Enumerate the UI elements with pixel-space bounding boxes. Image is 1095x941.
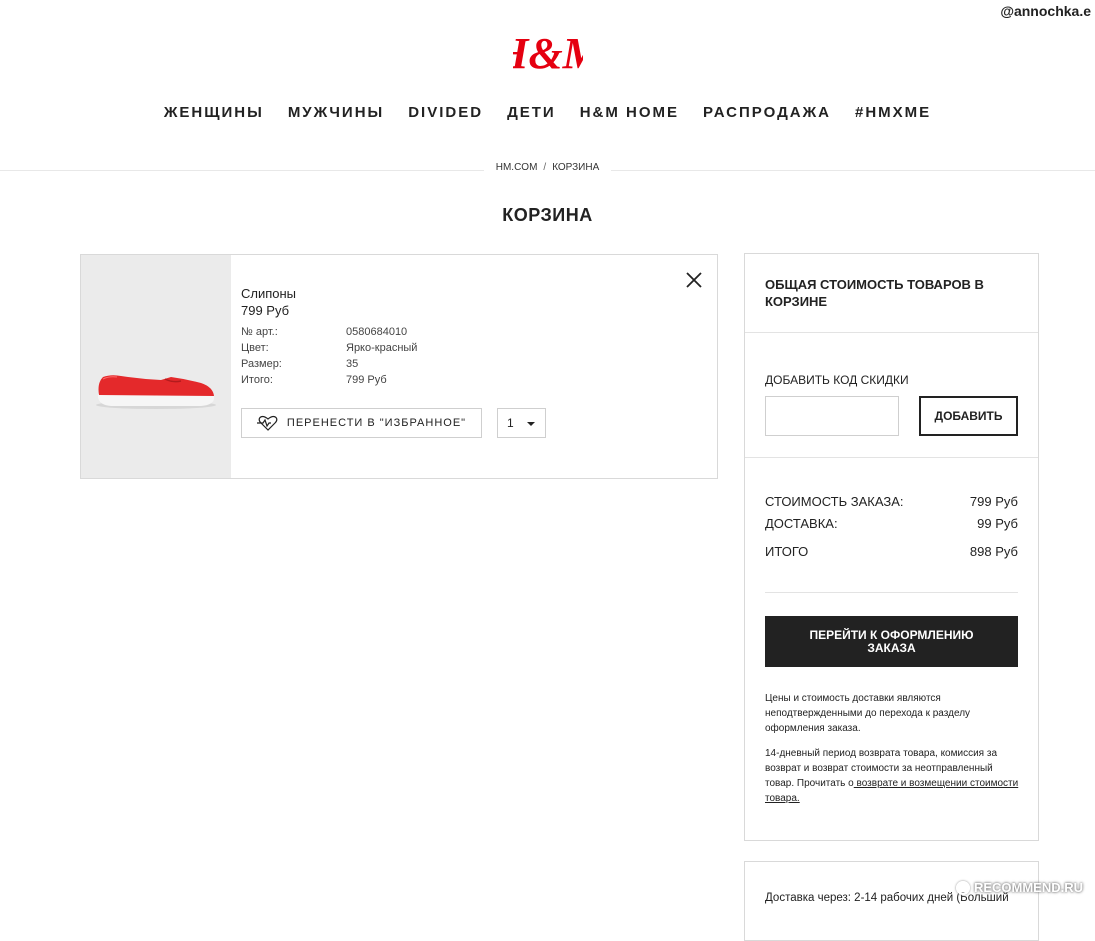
chevron-down-icon bbox=[527, 422, 535, 426]
detail-label: № арт.: bbox=[241, 326, 278, 338]
checkout-button[interactable]: ПЕРЕЙТИ К ОФОРМЛЕНИЮ ЗАКАЗА bbox=[765, 616, 1018, 667]
summary-title: ОБЩАЯ СТОИМОСТЬ ТОВАРОВ В КОРЗИНЕ bbox=[765, 277, 984, 309]
breadcrumb-home-link[interactable]: HM.COM bbox=[496, 162, 538, 173]
move-to-favorites-button[interactable]: ПЕРЕНЕСТИ В "ИЗБРАННОЕ" bbox=[241, 408, 482, 438]
product-image[interactable] bbox=[81, 255, 231, 478]
detail-row-article: № арт.: 0580684010 bbox=[241, 324, 717, 340]
add-discount-button[interactable]: ДОБАВИТЬ bbox=[919, 396, 1018, 436]
remove-item-button[interactable] bbox=[685, 271, 703, 289]
watermark-bottom-text: RECOMMEND.RU bbox=[973, 880, 1083, 895]
discount-label: ДОБАВИТЬ КОД СКИДКИ bbox=[765, 373, 909, 387]
detail-row-color: Цвет: Ярко-красный bbox=[241, 340, 717, 356]
summary-divider bbox=[765, 592, 1018, 593]
nav-item-hmxme[interactable]: #HMXME bbox=[855, 104, 931, 121]
detail-value: 35 bbox=[346, 358, 359, 370]
order-summary: ОБЩАЯ СТОИМОСТЬ ТОВАРОВ В КОРЗИНЕ ДОБАВИ… bbox=[744, 253, 1039, 841]
order-cost-row: СТОИМОСТЬ ЗАКАЗА: 799 Руб bbox=[765, 494, 1018, 516]
watermark-username: @annochka.e bbox=[1000, 3, 1091, 19]
delivery-value: 99 Руб bbox=[977, 516, 1018, 531]
price-note: Цены и стоимость доставки являются непод… bbox=[765, 693, 971, 734]
total-value: 898 Руб bbox=[969, 544, 1018, 559]
detail-value: 0580684010 bbox=[346, 326, 408, 338]
heart-icon bbox=[256, 415, 278, 431]
breadcrumb-current: КОРЗИНА bbox=[552, 162, 600, 173]
delivery-label: ДОСТАВКА: bbox=[765, 516, 838, 531]
cart-item: Слипоны 799 Руб № арт.: 0580684010 Цвет:… bbox=[80, 254, 718, 479]
product-details: № арт.: 0580684010 Цвет: Ярко-красный Ра… bbox=[241, 324, 717, 388]
breadcrumb-separator: / bbox=[543, 162, 547, 173]
total-row: ИТОГО 898 Руб bbox=[765, 544, 1018, 566]
detail-label: Цвет: bbox=[241, 342, 269, 354]
totals: СТОИМОСТЬ ЗАКАЗА: 799 Руб ДОСТАВКА: 99 Р… bbox=[765, 494, 1018, 566]
quantity-value: 1 bbox=[507, 416, 514, 430]
close-icon bbox=[686, 272, 702, 288]
recommend-logo-icon bbox=[955, 880, 970, 895]
discount-code-input[interactable] bbox=[765, 396, 899, 436]
nav-item-sale[interactable]: РАСПРОДАЖА bbox=[703, 104, 831, 121]
nav-item-men[interactable]: МУЖЧИНЫ bbox=[288, 104, 384, 121]
cart-item-info: Слипоны 799 Руб № арт.: 0580684010 Цвет:… bbox=[231, 255, 717, 478]
detail-value: 799 Руб bbox=[346, 374, 387, 386]
hm-logo[interactable]: H&M bbox=[0, 26, 1095, 81]
quantity-select[interactable]: 1 bbox=[497, 408, 546, 438]
watermark-bottom: RECOMMEND.RU bbox=[955, 880, 1083, 895]
order-cost-value: 799 Руб bbox=[969, 494, 1018, 509]
detail-label: Размер: bbox=[241, 358, 282, 370]
delivery-info-box: Доставка через: 2-14 рабочих дней (Больш… bbox=[744, 861, 1039, 941]
product-name[interactable]: Слипоны bbox=[241, 286, 717, 301]
returns-note: 14-дневный период возврата товара, комис… bbox=[765, 746, 1020, 806]
product-price: 799 Руб bbox=[241, 303, 290, 318]
detail-row-total: Итого: 799 Руб bbox=[241, 372, 717, 388]
move-to-favorites-label: ПЕРЕНЕСТИ В "ИЗБРАННОЕ" bbox=[286, 417, 467, 429]
slip-on-shoe-image bbox=[96, 375, 216, 409]
total-label: ИТОГО bbox=[765, 544, 809, 559]
nav-item-divided[interactable]: DIVIDED bbox=[408, 104, 483, 121]
hm-logo-mark: H&M bbox=[513, 29, 583, 76]
page-title: КОРЗИНА bbox=[502, 205, 593, 225]
main-nav: ЖЕНЩИНЫ МУЖЧИНЫ DIVIDED ДЕТИ H&M HOME РА… bbox=[0, 104, 1095, 121]
summary-divider bbox=[745, 332, 1038, 333]
detail-label: Итого: bbox=[241, 374, 273, 386]
delivery-row: ДОСТАВКА: 99 Руб bbox=[765, 516, 1018, 538]
nav-item-women[interactable]: ЖЕНЩИНЫ bbox=[164, 104, 264, 121]
detail-value: Ярко-красный bbox=[346, 342, 418, 354]
nav-item-home[interactable]: H&M HOME bbox=[580, 104, 679, 121]
breadcrumb: HM.COM / КОРЗИНА bbox=[0, 162, 1095, 173]
hm-logo-text: H&M bbox=[513, 29, 583, 76]
order-cost-label: СТОИМОСТЬ ЗАКАЗА: bbox=[765, 494, 904, 509]
nav-item-kids[interactable]: ДЕТИ bbox=[507, 104, 556, 121]
summary-divider bbox=[745, 457, 1038, 458]
detail-row-size: Размер: 35 bbox=[241, 356, 717, 372]
